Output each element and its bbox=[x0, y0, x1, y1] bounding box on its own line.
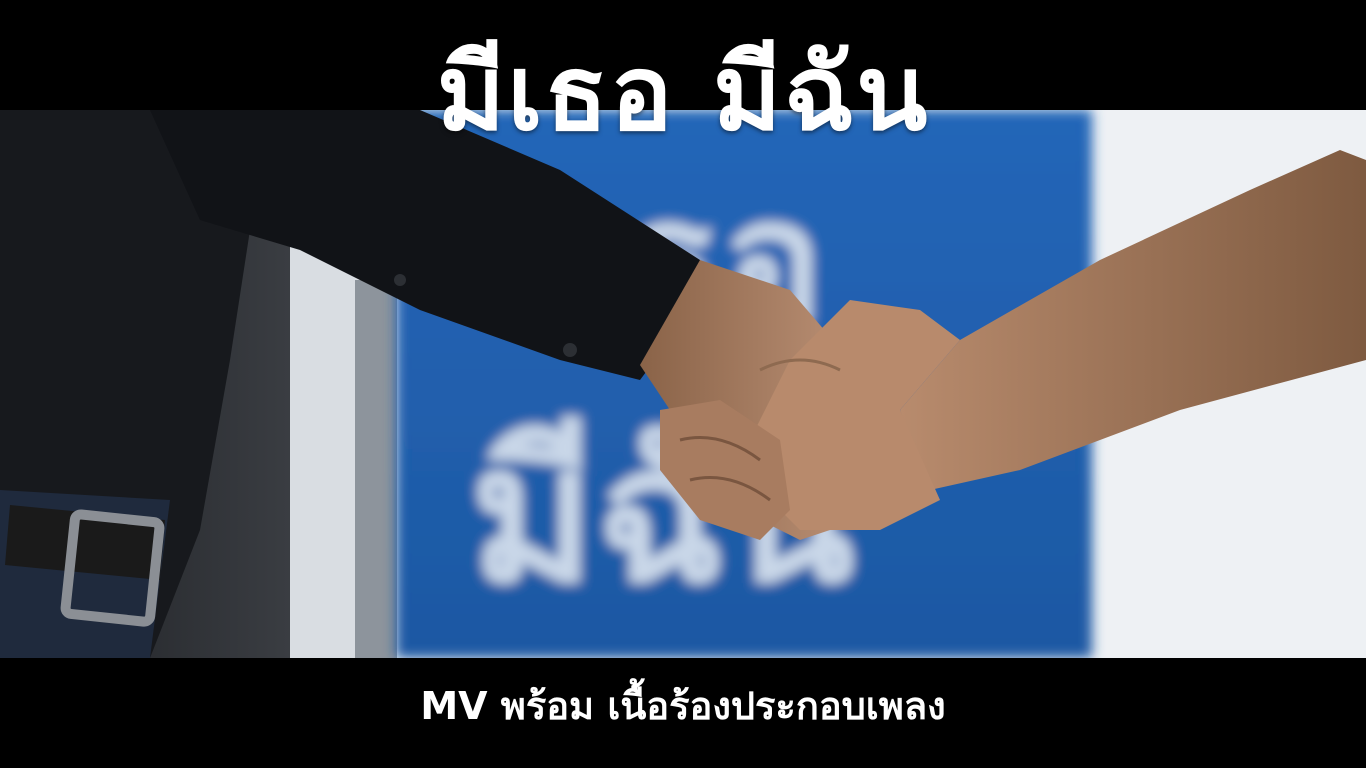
scene-illustration: เธอ มีฉัน bbox=[0, 110, 1366, 658]
video-caption: MV พร้อม เนื้อร้องประกอบเพลง bbox=[420, 684, 946, 728]
video-title: มีเธอ มีฉัน bbox=[436, 32, 930, 154]
video-frame[interactable]: เธอ มีฉัน มีเธอ bbox=[0, 0, 1366, 768]
handshake-scene: เธอ มีฉัน bbox=[0, 110, 1366, 658]
